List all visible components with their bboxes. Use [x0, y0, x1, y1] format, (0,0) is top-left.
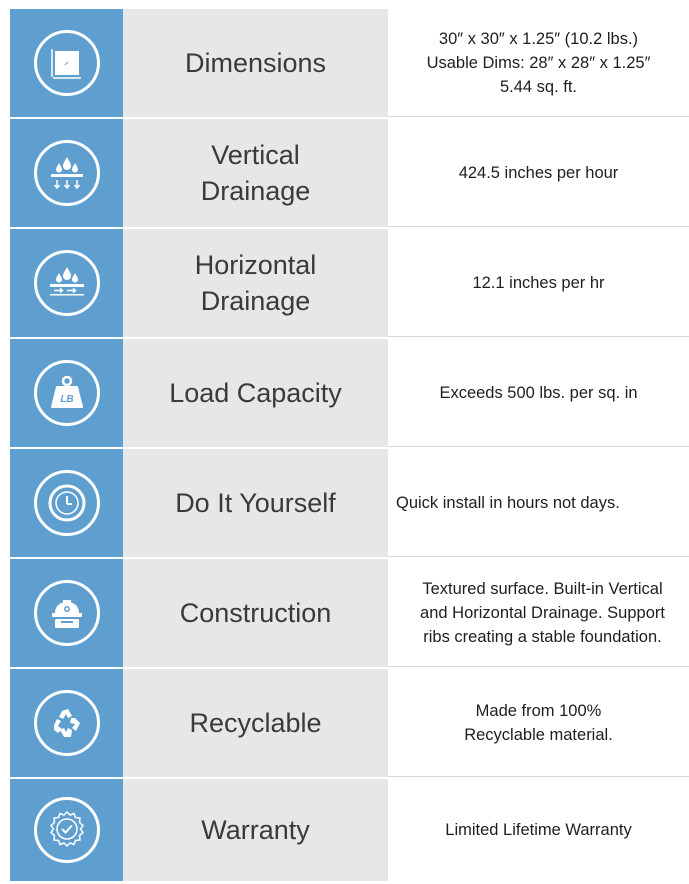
specs-table: Dimensions 30″ x 30″ x 1.25″ (10.2 lbs.)…: [10, 9, 689, 881]
spec-label: Horizontal Drainage: [123, 229, 388, 337]
warranty-badge-icon: [33, 797, 100, 863]
spec-label: Construction: [123, 559, 388, 667]
spec-row-load-capacity: LB Load Capacity Exceeds 500 lbs. per sq…: [10, 339, 689, 449]
spec-value: Textured surface. Built-in Vertical and …: [388, 559, 689, 667]
spec-value: 30″ x 30″ x 1.25″ (10.2 lbs.) Usable Dim…: [388, 9, 689, 117]
square-dimensions-icon: [33, 30, 100, 96]
clock-icon: [33, 470, 100, 536]
spec-row-dimensions: Dimensions 30″ x 30″ x 1.25″ (10.2 lbs.)…: [10, 9, 689, 119]
icon-cell: [10, 449, 123, 557]
icon-cell: [10, 779, 123, 881]
weight-lb-icon: LB: [33, 360, 100, 426]
spec-label: Dimensions: [123, 9, 388, 117]
construction-hardhat-icon: [33, 580, 100, 646]
recycle-icon: [33, 690, 100, 756]
spec-value: Quick install in hours not days.: [388, 449, 689, 557]
spec-row-warranty: Warranty Limited Lifetime Warranty: [10, 779, 689, 881]
icon-cell: [10, 669, 123, 777]
icon-cell: [10, 119, 123, 227]
spec-row-vertical-drainage: Vertical Drainage 424.5 inches per hour: [10, 119, 689, 229]
icon-cell: [10, 9, 123, 117]
spec-label: Load Capacity: [123, 339, 388, 447]
spec-row-recyclable: Recyclable Made from 100% Recyclable mat…: [10, 669, 689, 779]
spec-label: Warranty: [123, 779, 388, 881]
spec-label: Do It Yourself: [123, 449, 388, 557]
svg-text:LB: LB: [60, 394, 73, 405]
spec-value: 424.5 inches per hour: [388, 119, 689, 227]
vertical-drainage-icon: [33, 140, 100, 206]
icon-cell: LB: [10, 339, 123, 447]
horizontal-drainage-icon: [33, 250, 100, 316]
spec-row-construction: Construction Textured surface. Built-in …: [10, 559, 689, 669]
icon-cell: [10, 559, 123, 667]
icon-cell: [10, 229, 123, 337]
spec-value: 12.1 inches per hr: [388, 229, 689, 337]
spec-row-horizontal-drainage: Horizontal Drainage 12.1 inches per hr: [10, 229, 689, 339]
spec-label: Vertical Drainage: [123, 119, 388, 227]
spec-value: Limited Lifetime Warranty: [445, 821, 632, 839]
spec-value: Made from 100% Recyclable material.: [388, 669, 689, 777]
spec-row-do-it-yourself: Do It Yourself Quick install in hours no…: [10, 449, 689, 559]
spec-label: Recyclable: [123, 669, 388, 777]
spec-value: Exceeds 500 lbs. per sq. in: [388, 339, 689, 447]
